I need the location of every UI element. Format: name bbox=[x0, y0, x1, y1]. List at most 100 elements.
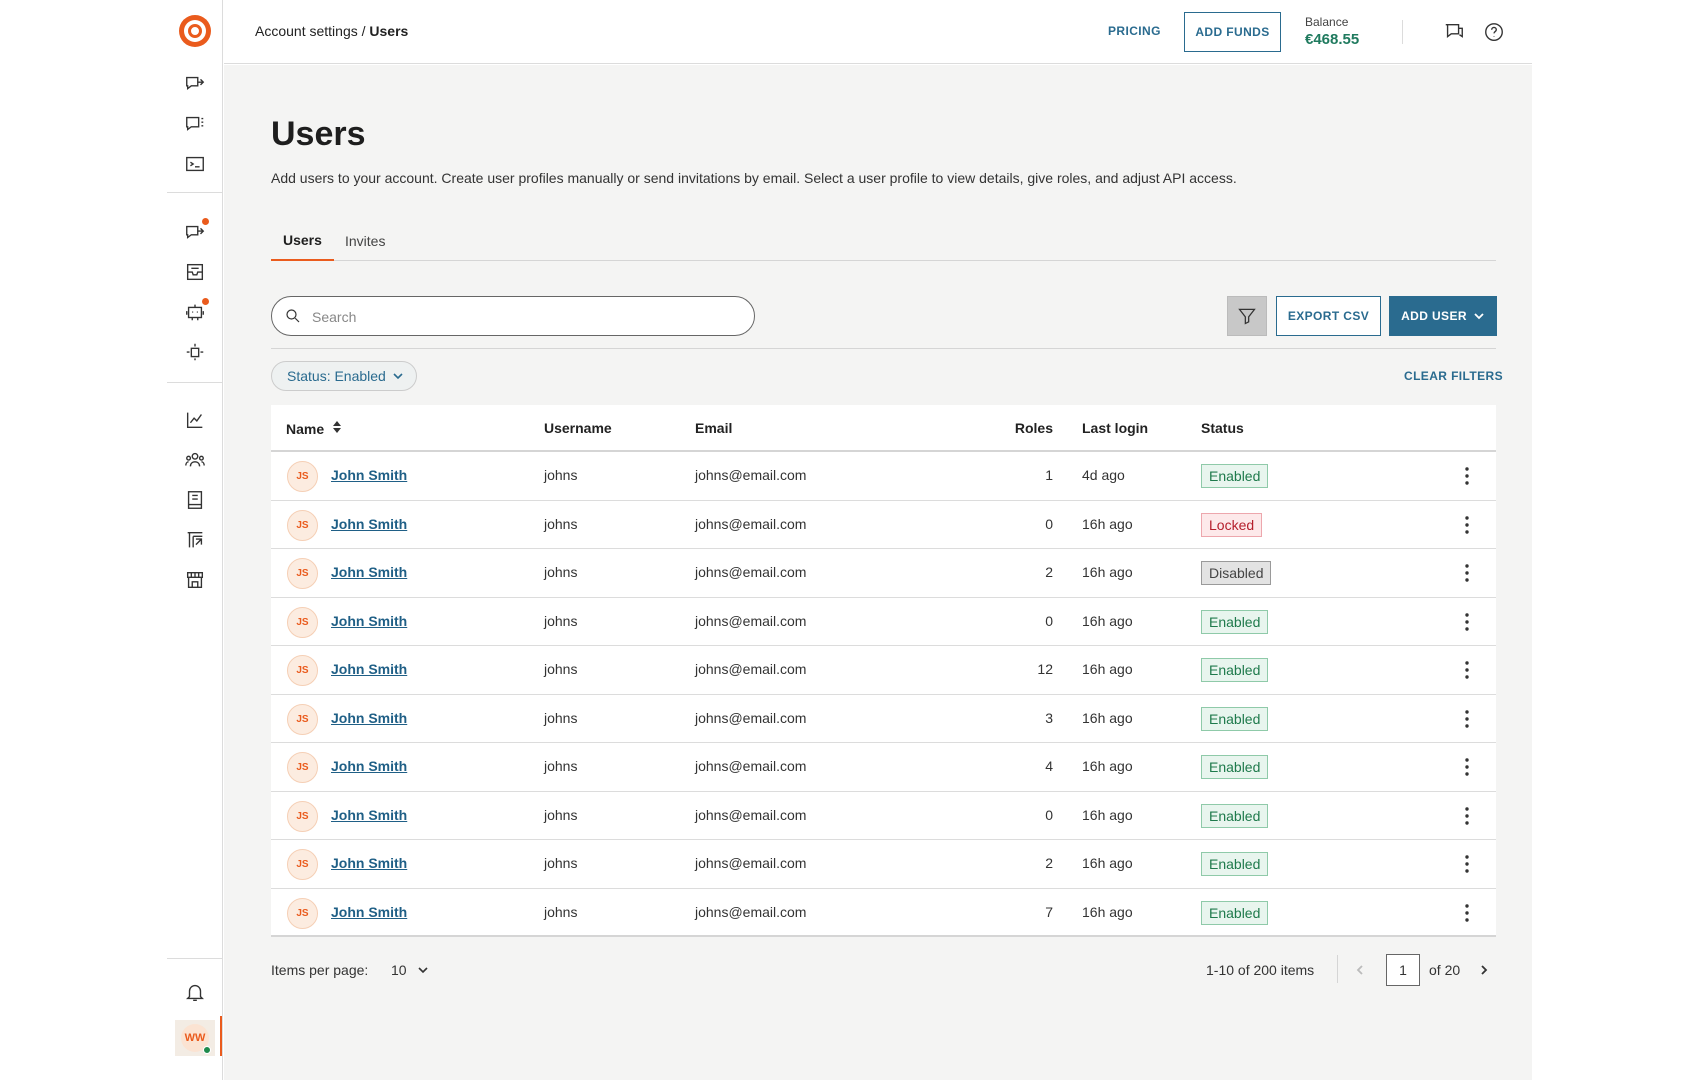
sidebar-item-conversations[interactable] bbox=[181, 110, 209, 138]
row-actions-button[interactable] bbox=[1455, 804, 1479, 828]
add-user-button[interactable]: ADD USER bbox=[1389, 296, 1497, 336]
tab-users[interactable]: Users bbox=[271, 221, 334, 261]
user-last-login: 16h ago bbox=[1082, 903, 1133, 920]
main-content: Users Add users to your account. Create … bbox=[224, 65, 1532, 1080]
user-name-link[interactable]: John Smith bbox=[331, 710, 407, 726]
sidebar-item-analytics[interactable] bbox=[181, 406, 209, 434]
user-name-link[interactable]: John Smith bbox=[331, 807, 407, 823]
user-name-link[interactable]: John Smith bbox=[331, 758, 407, 774]
more-vertical-icon bbox=[1465, 709, 1469, 728]
user-name-link[interactable]: John Smith bbox=[331, 904, 407, 920]
items-per-page-select[interactable]: 10 bbox=[391, 958, 429, 982]
row-actions-button[interactable] bbox=[1455, 464, 1479, 488]
chevron-right-icon bbox=[1481, 965, 1488, 975]
chat-send-icon bbox=[186, 76, 205, 90]
user-roles-count: 3 bbox=[1045, 709, 1053, 726]
table-row[interactable]: JS John Smith johns johns@email.com 1 4d ago E… bbox=[271, 452, 1496, 501]
user-roles-count: 1 bbox=[1045, 467, 1053, 483]
user-name-link[interactable]: John Smith bbox=[331, 516, 407, 532]
table-row[interactable]: JS John Smith johns johns@email.com 2 16h ago… bbox=[271, 840, 1496, 889]
sidebar-item-campaigns[interactable] bbox=[181, 218, 209, 246]
user-roles-count: 7 bbox=[1045, 903, 1053, 920]
add-user-label: ADD USER bbox=[1401, 309, 1467, 323]
breadcrumb-parent[interactable]: Account settings bbox=[255, 23, 358, 39]
row-actions-button[interactable] bbox=[1455, 658, 1479, 682]
help-button[interactable] bbox=[1482, 20, 1506, 44]
row-actions-button[interactable] bbox=[1455, 852, 1479, 876]
next-page-button[interactable] bbox=[1473, 958, 1495, 982]
row-actions-button[interactable] bbox=[1455, 707, 1479, 731]
user-initials-text: WW bbox=[184, 1032, 206, 1044]
column-email-header: Email bbox=[695, 420, 733, 436]
user-name-link[interactable]: John Smith bbox=[331, 564, 407, 580]
user-initials: JS bbox=[296, 810, 309, 822]
user-name-link[interactable]: John Smith bbox=[331, 855, 407, 871]
table-row[interactable]: JS John Smith johns johns@email.com 0 16h ago… bbox=[271, 598, 1496, 646]
user-username: johns bbox=[544, 903, 578, 920]
row-actions-button[interactable] bbox=[1455, 610, 1479, 634]
table-row[interactable]: JS John Smith johns johns@email.com 4 16h ago… bbox=[271, 743, 1496, 792]
sidebar-item-inbox[interactable] bbox=[181, 258, 209, 286]
more-vertical-icon bbox=[1465, 467, 1469, 485]
pricing-link[interactable]: PRICING bbox=[1108, 24, 1161, 38]
balance-label: Balance bbox=[1305, 15, 1349, 29]
search-input[interactable] bbox=[312, 305, 732, 329]
column-name-header[interactable]: Name bbox=[286, 420, 342, 437]
row-actions-button[interactable] bbox=[1455, 755, 1479, 779]
user-avatar: JS bbox=[287, 509, 318, 541]
table-row[interactable]: JS John Smith johns johns@email.com 3 16h ago… bbox=[271, 695, 1496, 743]
sidebar-item-integrations[interactable] bbox=[181, 338, 209, 366]
filter-button[interactable] bbox=[1227, 296, 1267, 336]
table-row[interactable]: JS John Smith johns johns@email.com 12 16h ag… bbox=[271, 646, 1496, 695]
feedback-button[interactable] bbox=[1442, 20, 1466, 44]
more-vertical-icon bbox=[1465, 612, 1469, 631]
table-row[interactable]: JS John Smith johns johns@email.com 7 16h ago… bbox=[271, 889, 1496, 937]
user-roles-count: 0 bbox=[1045, 612, 1053, 629]
status-badge: Enabled bbox=[1201, 852, 1269, 876]
page-number-input[interactable] bbox=[1386, 954, 1420, 986]
sidebar-item-exports[interactable] bbox=[181, 526, 209, 554]
user-username: johns bbox=[544, 515, 578, 532]
row-actions-button[interactable] bbox=[1455, 513, 1479, 537]
breadcrumb: Account settings / Users bbox=[255, 23, 408, 39]
user-avatar: JS bbox=[287, 461, 318, 492]
sidebar-item-notifications[interactable] bbox=[181, 978, 209, 1006]
sidebar-item-people[interactable] bbox=[181, 446, 209, 474]
sidebar-item-send[interactable] bbox=[181, 70, 209, 98]
export-csv-button[interactable]: EXPORT CSV bbox=[1276, 296, 1381, 336]
user-name-link[interactable]: John Smith bbox=[331, 613, 407, 629]
prev-page-button[interactable] bbox=[1349, 958, 1371, 982]
user-username: johns bbox=[544, 661, 578, 677]
row-actions-button[interactable] bbox=[1455, 901, 1479, 925]
status-badge: Enabled bbox=[1201, 609, 1269, 634]
chevron-down-icon bbox=[418, 967, 428, 974]
column-username-header: Username bbox=[544, 420, 612, 436]
user-last-login: 16h ago bbox=[1082, 709, 1133, 726]
table-row[interactable]: JS John Smith johns johns@email.com 0 16h ago… bbox=[271, 501, 1496, 549]
user-last-login: 16h ago bbox=[1082, 855, 1133, 871]
table-row[interactable]: JS John Smith johns johns@email.com 2 16h ago… bbox=[271, 549, 1496, 598]
sidebar-item-marketplace[interactable] bbox=[181, 566, 209, 594]
brand-logo[interactable] bbox=[179, 15, 211, 47]
status-badge: Disabled bbox=[1201, 561, 1272, 585]
user-avatar[interactable]: WW bbox=[175, 1020, 215, 1056]
bell-icon bbox=[186, 984, 204, 1001]
user-username: johns bbox=[544, 758, 578, 774]
table-row[interactable]: JS John Smith johns johns@email.com 0 16h ago… bbox=[271, 792, 1496, 840]
users-table: Name Username Email Roles Last login Sta… bbox=[271, 405, 1496, 937]
clear-filters-button[interactable]: CLEAR FILTERS bbox=[1404, 369, 1503, 383]
add-funds-button[interactable]: ADD FUNDS bbox=[1184, 12, 1281, 52]
user-name-link[interactable]: John Smith bbox=[331, 467, 407, 483]
user-initials: JS bbox=[296, 471, 309, 482]
row-actions-button[interactable] bbox=[1455, 561, 1479, 585]
user-name-link[interactable]: John Smith bbox=[331, 661, 407, 677]
sidebar-item-docs[interactable] bbox=[181, 486, 209, 514]
user-last-login: 16h ago bbox=[1082, 806, 1133, 823]
sidebar-item-bots[interactable] bbox=[181, 298, 209, 326]
user-email: johns@email.com bbox=[695, 515, 807, 532]
user-initials: JS bbox=[296, 568, 309, 579]
status-filter-chip[interactable]: Status: Enabled bbox=[271, 361, 417, 391]
sidebar-divider bbox=[167, 958, 223, 959]
tab-invites[interactable]: Invites bbox=[333, 221, 397, 261]
sidebar-item-console[interactable] bbox=[181, 150, 209, 178]
